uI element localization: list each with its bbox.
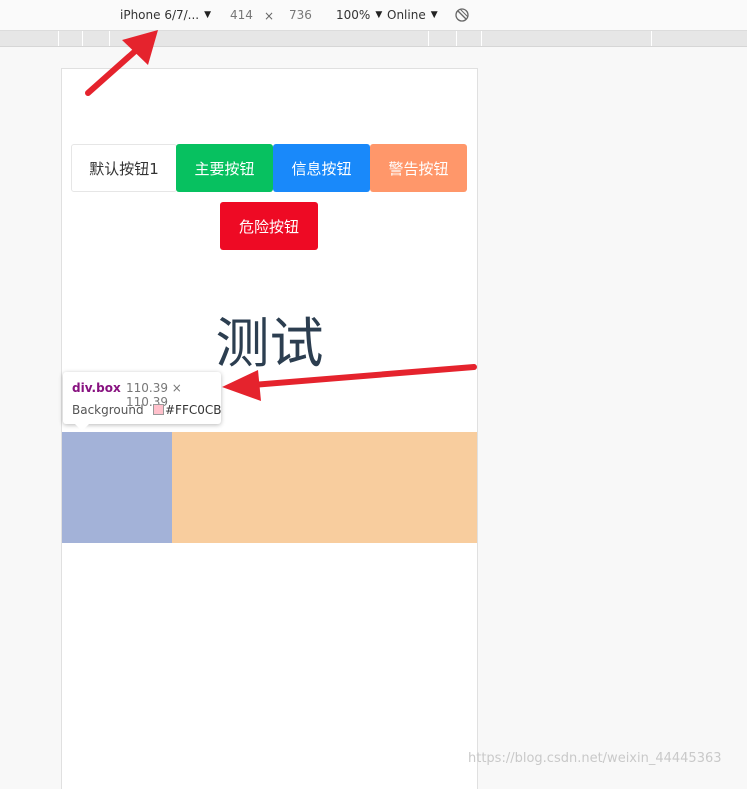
inspect-tooltip: div.box 110.39 × 110.39 Background #FFC0…	[63, 372, 222, 431]
zoom-select[interactable]: 100% ▼	[336, 8, 382, 22]
box-background	[172, 432, 477, 543]
width-field[interactable]: 414	[230, 8, 253, 22]
height-field[interactable]: 736	[289, 8, 312, 22]
dropdown-arrow-icon: ▼	[430, 10, 438, 20]
network-select[interactable]: Online ▼	[387, 8, 438, 22]
device-label: iPhone 6/7/...	[120, 8, 200, 22]
zoom-label: 100%	[336, 8, 371, 22]
tooltip-element-name: div.box	[72, 381, 121, 395]
info-button[interactable]: 信息按钮	[273, 144, 370, 192]
height-value: 736	[289, 8, 312, 22]
rotate-icon[interactable]	[454, 7, 470, 23]
default-button[interactable]: 默认按钮1	[71, 144, 177, 192]
watermark: https://blog.csdn.net/weixin_44445363	[468, 751, 722, 766]
dropdown-arrow-icon: ▼	[204, 10, 212, 20]
media-query-ruler[interactable]	[0, 31, 747, 47]
danger-button[interactable]: 危险按钮	[220, 202, 318, 250]
device-toolbar: iPhone 6/7/... ▼ 414 × 736 100% ▼ Online…	[0, 0, 747, 31]
color-swatch	[153, 404, 164, 415]
device-select[interactable]: iPhone 6/7/... ▼	[120, 8, 211, 22]
primary-button[interactable]: 主要按钮	[176, 144, 273, 192]
device-viewport: 默认按钮1 主要按钮 信息按钮 警告按钮 危险按钮 测试	[61, 68, 478, 789]
tooltip-background-value: #FFC0CB	[165, 403, 222, 417]
dropdown-arrow-icon: ▼	[375, 10, 383, 20]
dimension-times: ×	[264, 9, 275, 23]
width-value: 414	[230, 8, 253, 22]
network-label: Online	[387, 8, 426, 22]
tooltip-background-label: Background	[72, 403, 144, 417]
page-heading: 测试	[215, 312, 324, 375]
box-highlight	[62, 432, 172, 543]
tooltip-pointer	[75, 424, 89, 431]
warning-button[interactable]: 警告按钮	[370, 144, 467, 192]
